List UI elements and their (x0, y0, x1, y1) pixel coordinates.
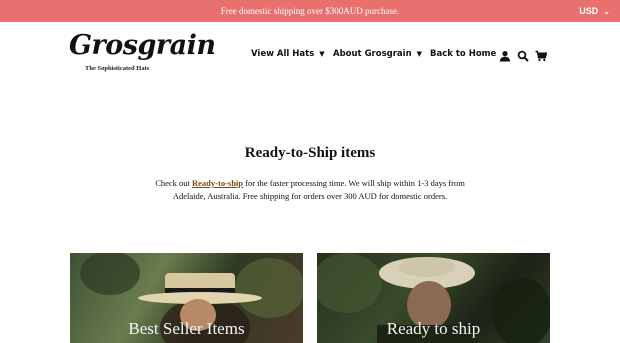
description-prefix: Check out (155, 178, 193, 188)
nav-about-grosgrain[interactable]: About Grosgrain ▼ (333, 49, 422, 65)
currency-selector[interactable]: USD ⌄ (579, 0, 610, 22)
nav-label: View All Hats (251, 49, 315, 59)
collection-tile-ready-to-ship[interactable]: Ready to ship (317, 253, 550, 343)
nav-label: Back to Home (430, 49, 497, 59)
caret-down-icon: ▼ (319, 50, 325, 58)
collection-tile-best-seller[interactable]: Best Seller Items (70, 253, 303, 343)
site-logo[interactable]: Grosgrain The Sophisticated Hats (69, 30, 216, 72)
announcement-text: Free domestic shipping over $300AUD purc… (220, 6, 400, 16)
currency-label: USD (579, 6, 599, 16)
ready-to-ship-link[interactable]: Ready-to-ship (192, 178, 243, 188)
nav-back-to-home[interactable]: Back to Home (430, 49, 496, 65)
chevron-down-icon: ⌄ (603, 7, 610, 16)
announcement-bar: Free domestic shipping over $300AUD purc… (0, 0, 620, 22)
page-description: Check out Ready-to-ship for the faster p… (150, 177, 470, 203)
user-icon[interactable] (499, 50, 511, 62)
tile-label: Best Seller Items (128, 319, 245, 338)
tile-label: Ready to ship (386, 319, 481, 338)
nav-view-all-hats[interactable]: View All Hats ▼ (251, 49, 325, 65)
cart-icon[interactable] (535, 50, 547, 62)
nav-label: About Grosgrain (333, 49, 412, 59)
search-icon[interactable] (517, 50, 529, 62)
logo-wordmark: Grosgrain (69, 30, 216, 61)
caret-down-icon: ▼ (416, 50, 423, 58)
page-title: Ready-to-Ship items (244, 145, 376, 161)
logo-tagline: The Sophisticated Hats (85, 65, 150, 72)
